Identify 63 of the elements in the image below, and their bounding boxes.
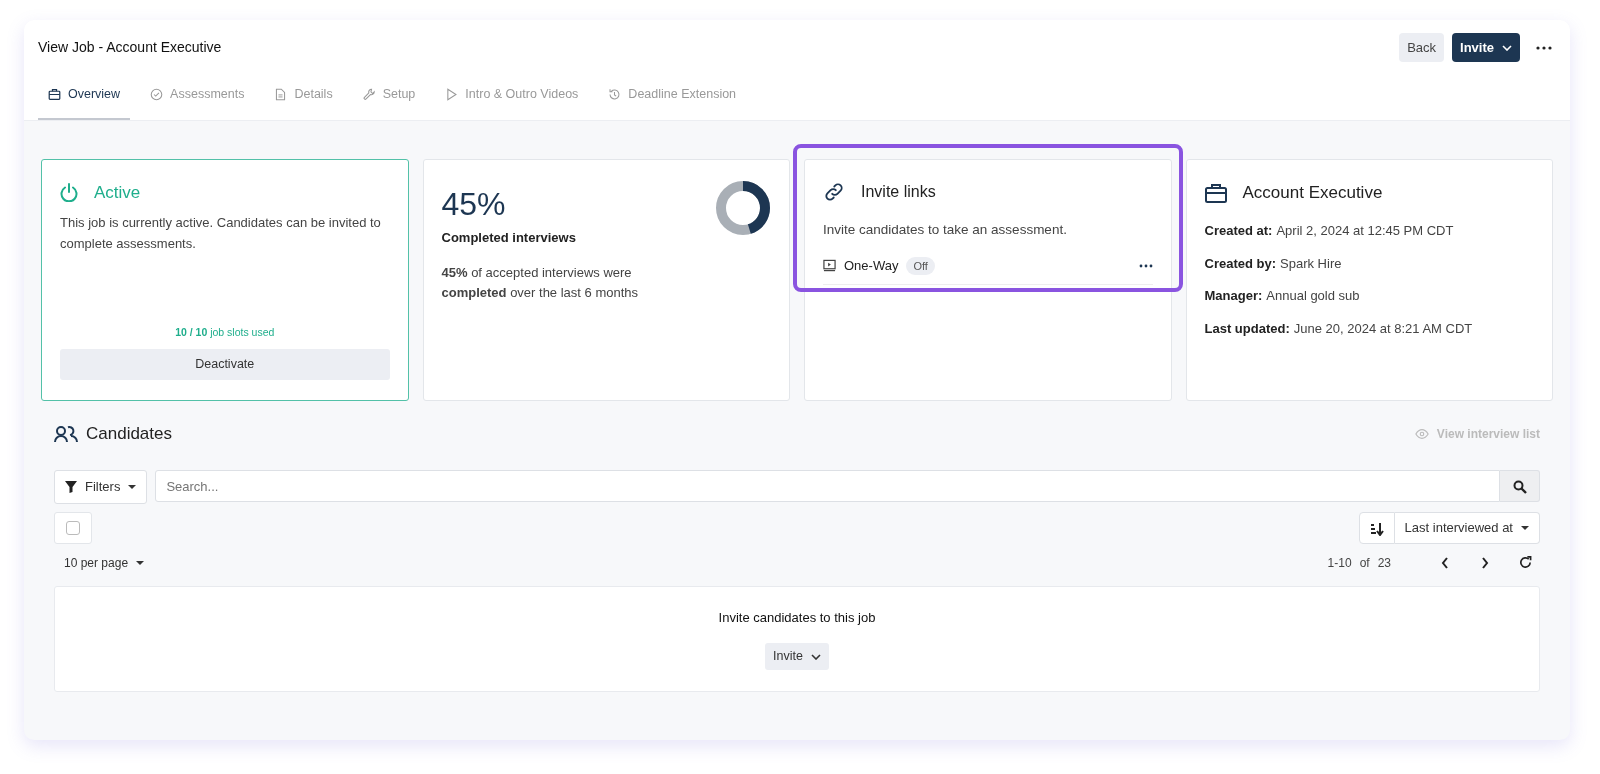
next-page-icon[interactable] [1481,556,1489,569]
briefcase-icon [48,87,61,101]
sort-icon [1369,521,1384,536]
search-icon [1512,480,1527,495]
filters-button[interactable]: Filters [54,470,148,504]
total-text: 23 [1377,554,1391,572]
completion-donut [715,179,771,236]
completion-percent: 45% [441,187,507,220]
completion-label: Completed interviews [441,228,576,247]
search-button[interactable] [1500,470,1540,503]
sort-dropdown[interactable]: Last interviewed at [1394,511,1540,544]
slots-used-text: 10 / 10 job slots used [175,326,275,339]
status-text: This job is currently active. Candidates can be invited to complete assessments. [60,214,382,254]
field-value: April 2, 2024 at 12:45 PM CDT [1276,223,1454,239]
history-icon [608,87,622,101]
per-page-dropdown[interactable]: 10 per page [60,551,149,574]
range-text: 1-10 [1327,554,1352,572]
more-icon[interactable] [1138,263,1153,268]
tab[interactable]: Overview [38,73,131,120]
previous-page-icon[interactable] [1441,556,1449,569]
field-label: Created by: [1204,255,1277,271]
people-icon [54,424,78,443]
check-circle-icon [150,87,164,101]
back-button[interactable]: Back [1399,32,1445,63]
field-label: Manager: [1204,288,1263,304]
wrench-icon [362,87,376,101]
video-icon [823,259,836,273]
link-type-label: One-Way [844,257,899,275]
sort-direction-button[interactable] [1358,511,1395,544]
link-status-pill[interactable]: Off [906,256,935,275]
chevron-down-icon [1502,44,1512,51]
field-label: Last updated: [1204,320,1290,336]
field-label: Created at: [1204,223,1273,239]
select-all-checkbox[interactable] [54,511,92,544]
deactivate-button[interactable]: Deactivate [60,349,390,380]
play-icon [445,87,459,101]
eye-icon [1414,427,1429,440]
caret-icon [136,560,145,565]
of-text: of [1359,554,1370,572]
field-value: June 20, 2024 at 8:21 AM CDT [1293,320,1473,336]
power-icon [60,183,78,202]
link-icon [823,180,845,203]
chevron-down-icon [810,653,821,660]
briefcase-icon [1204,182,1227,203]
field-value: Annual gold sub [1266,288,1360,304]
completion-text: 45% of accepted interviews were completed over the last 6 months [441,264,640,303]
caret-icon [1521,525,1529,530]
caret-icon [128,485,137,489]
candidates-title: Candidates [86,422,172,445]
invite-links-text: Invite candidates to take an assessment. [823,220,1068,239]
invite-links-title: Invite links [861,181,936,202]
document-icon [274,87,288,101]
status-title: Active [94,181,141,204]
filter-icon [65,481,77,493]
invite-button[interactable]: Invite [765,643,829,670]
search-field[interactable]: Search... [155,470,1500,503]
page-title: View Job - Account Executive [38,38,223,57]
job-title: Account Executive [1242,181,1383,204]
empty-state-text: Invite candidates to this job [718,608,876,627]
invite-button[interactable]: Invite [1452,32,1520,63]
field-value: Spark Hire [1280,255,1342,271]
refresh-icon[interactable] [1519,556,1532,570]
more-icon[interactable] [1536,45,1552,50]
